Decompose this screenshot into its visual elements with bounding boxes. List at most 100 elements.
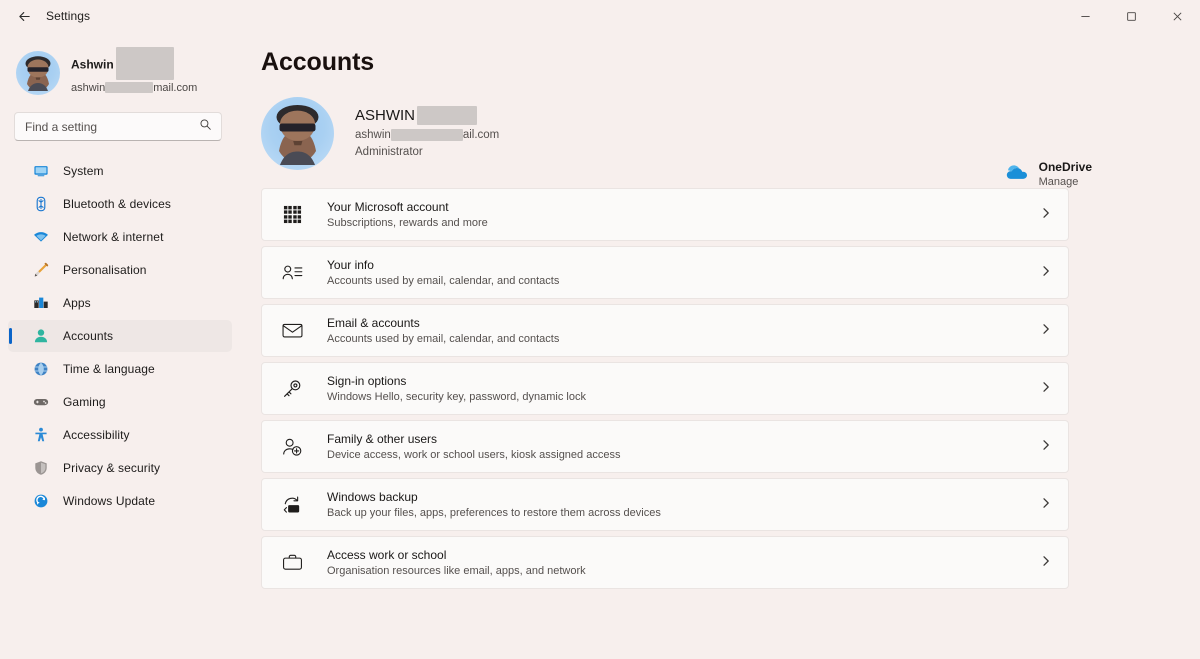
card-subtitle: Organisation resources like email, apps,… — [327, 564, 586, 577]
sidebar-item-system[interactable]: System — [8, 155, 232, 187]
title-bar: Settings — [0, 0, 1200, 32]
card-title: Email & accounts — [327, 315, 420, 330]
settings-window: Settings Ashwin ashwin mail.com Find a s… — [0, 0, 1200, 659]
onedrive-manage-link[interactable]: Manage — [1039, 175, 1092, 190]
account-header: ASHWIN ashwin ail.com Administrator OneDr… — [240, 77, 1200, 188]
page-title: Accounts — [261, 48, 375, 76]
onedrive-text: OneDrive Manage — [1039, 159, 1092, 190]
apps-icon — [32, 295, 49, 312]
chevron-right-icon[interactable] — [1040, 264, 1052, 282]
sidebar-item-accounts[interactable]: Accounts — [8, 320, 232, 352]
redacted-name-block — [115, 46, 174, 80]
sidebar-profile-email: ashwin mail.com — [71, 81, 198, 94]
sidebar-item-label: Accessibility — [63, 428, 130, 442]
card-subtitle: Back up your files, apps, preferences to… — [327, 506, 661, 519]
sidebar-item-windows-update[interactable]: Windows Update — [8, 485, 232, 517]
search-box[interactable] — [14, 112, 222, 141]
backup-sync-icon — [281, 494, 303, 516]
card-subtitle: Accounts used by email, calendar, and co… — [327, 274, 560, 287]
account-name: ASHWIN — [355, 106, 499, 126]
card-subtitle: Subscriptions, rewards and more — [327, 216, 488, 229]
card-subtitle: Accounts used by email, calendar, and co… — [327, 332, 560, 345]
back-button[interactable] — [8, 2, 40, 30]
add-user-icon — [281, 436, 303, 458]
update-icon — [32, 493, 49, 510]
avatar — [16, 51, 60, 95]
chevron-right-icon[interactable] — [1040, 554, 1052, 572]
clock-globe-icon — [32, 361, 49, 378]
sidebar-item-label: Windows Update — [63, 494, 156, 508]
chevron-right-icon[interactable] — [1040, 206, 1052, 224]
card-text: Family & other users Device access, work… — [327, 431, 1040, 463]
paintbrush-icon — [32, 262, 49, 279]
sidebar-item-network-internet[interactable]: Network & internet — [8, 221, 232, 253]
chevron-right-icon[interactable] — [1040, 496, 1052, 514]
card-title: Your info — [327, 257, 374, 272]
search-input[interactable] — [15, 119, 221, 134]
card-subtitle: Device access, work or school users, kio… — [327, 448, 621, 461]
maximize-button[interactable] — [1108, 0, 1154, 32]
sidebar-item-label: Apps — [63, 296, 91, 310]
card-family-other-users[interactable]: Family & other users Device access, work… — [261, 420, 1069, 473]
chevron-right-icon[interactable] — [1040, 380, 1052, 398]
card-text: Your info Accounts used by email, calend… — [327, 257, 1040, 289]
monitor-icon — [32, 163, 49, 180]
card-text: Email & accounts Accounts used by email,… — [327, 315, 1040, 347]
card-sign-in-options[interactable]: Sign-in options Windows Hello, security … — [261, 362, 1069, 415]
sidebar-item-label: Gaming — [63, 395, 106, 409]
search-icon — [199, 118, 212, 136]
sidebar-item-accessibility[interactable]: Accessibility — [8, 419, 232, 451]
sidebar-nav: System Bluetooth & devices Network & int… — [0, 155, 240, 517]
card-email-accounts[interactable]: Email & accounts Accounts used by email,… — [261, 304, 1069, 357]
back-arrow-icon — [17, 9, 32, 24]
sidebar-item-personalisation[interactable]: Personalisation — [8, 254, 232, 286]
chevron-right-icon[interactable] — [1040, 438, 1052, 456]
sidebar-item-label: Time & language — [63, 362, 155, 376]
card-your-microsoft-account[interactable]: Your Microsoft account Subscriptions, re… — [261, 188, 1069, 241]
sidebar-item-label: Privacy & security — [63, 461, 161, 475]
user-details-icon — [281, 262, 303, 284]
account-info: ASHWIN ashwin ail.com Administrator — [355, 106, 499, 162]
gamepad-icon — [32, 394, 49, 411]
chevron-right-icon[interactable] — [1040, 322, 1052, 340]
settings-card-list: Your Microsoft account Subscriptions, re… — [261, 188, 1069, 589]
onedrive-title: OneDrive — [1038, 160, 1092, 174]
sidebar-item-privacy-security[interactable]: Privacy & security — [8, 452, 232, 484]
envelope-icon — [281, 320, 303, 342]
sidebar-item-label: Network & internet — [63, 230, 164, 244]
account-email: ashwin ail.com — [355, 129, 500, 142]
card-windows-backup[interactable]: Windows backup Back up your files, apps,… — [261, 478, 1069, 531]
window-title: Settings — [46, 9, 91, 23]
card-access-work-or-school[interactable]: Access work or school Organisation resou… — [261, 536, 1069, 589]
sidebar-profile-name: Ashwin — [71, 46, 197, 80]
card-title: Family & other users — [327, 431, 438, 446]
accessibility-icon — [32, 427, 49, 444]
bluetooth-icon — [32, 196, 49, 213]
person-icon — [32, 328, 49, 345]
card-subtitle: Windows Hello, security key, password, d… — [327, 390, 586, 403]
redacted-email-block — [390, 129, 463, 142]
sidebar-profile-text: Ashwin ashwin mail.com — [71, 46, 198, 96]
onedrive-status[interactable]: OneDrive Manage — [1005, 159, 1092, 190]
sidebar-profile[interactable]: Ashwin ashwin mail.com — [0, 40, 240, 100]
sidebar-item-label: Accounts — [63, 329, 114, 343]
sidebar-item-bluetooth-devices[interactable]: Bluetooth & devices — [8, 188, 232, 220]
minimize-button[interactable] — [1062, 0, 1108, 32]
card-your-info[interactable]: Your info Accounts used by email, calend… — [261, 246, 1069, 299]
wifi-icon — [32, 229, 49, 246]
sidebar-item-gaming[interactable]: Gaming — [8, 386, 232, 418]
window-controls — [1062, 0, 1200, 32]
search-container — [0, 100, 240, 141]
redacted-name-block — [417, 106, 477, 126]
microsoft-logo-icon — [281, 204, 303, 226]
card-title: Sign-in options — [327, 373, 407, 388]
key-icon — [281, 378, 303, 400]
account-role: Administrator — [355, 146, 423, 159]
card-text: Access work or school Organisation resou… — [327, 547, 1040, 579]
sidebar-item-time-language[interactable]: Time & language — [8, 353, 232, 385]
shield-icon — [32, 460, 49, 477]
sidebar-item-apps[interactable]: Apps — [8, 287, 232, 319]
card-text: Windows backup Back up your files, apps,… — [327, 489, 1040, 521]
close-button[interactable] — [1154, 0, 1200, 32]
avatar[interactable] — [261, 97, 334, 170]
